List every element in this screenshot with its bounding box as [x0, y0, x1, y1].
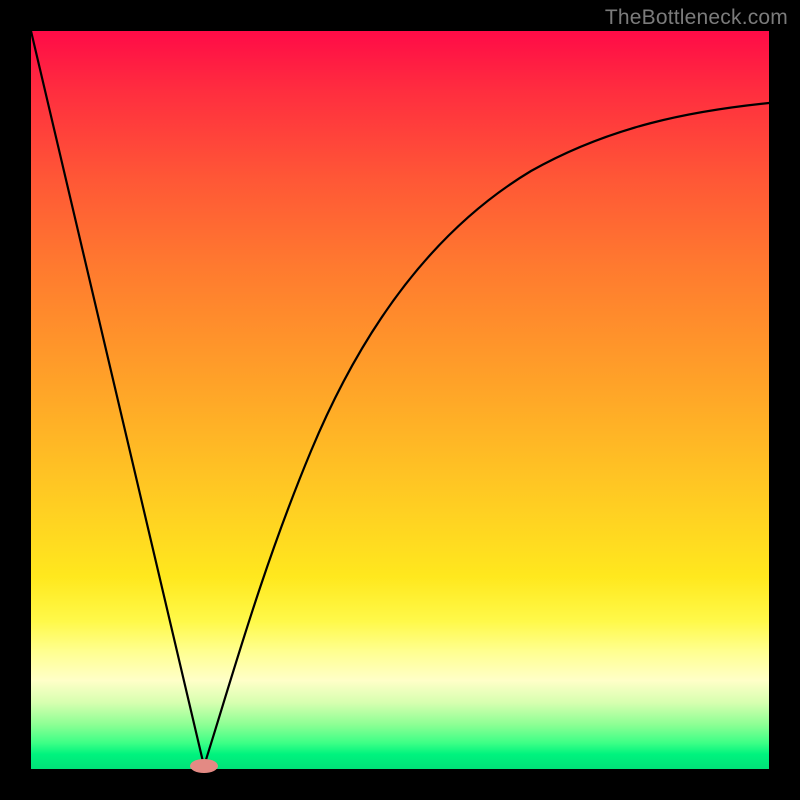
watermark-text: TheBottleneck.com — [605, 6, 788, 30]
plot-overlay — [31, 31, 769, 769]
curve-right-segment — [204, 103, 769, 766]
curve-left-segment — [31, 31, 204, 766]
minimum-marker — [190, 759, 218, 773]
chart-frame: TheBottleneck.com — [0, 0, 800, 800]
